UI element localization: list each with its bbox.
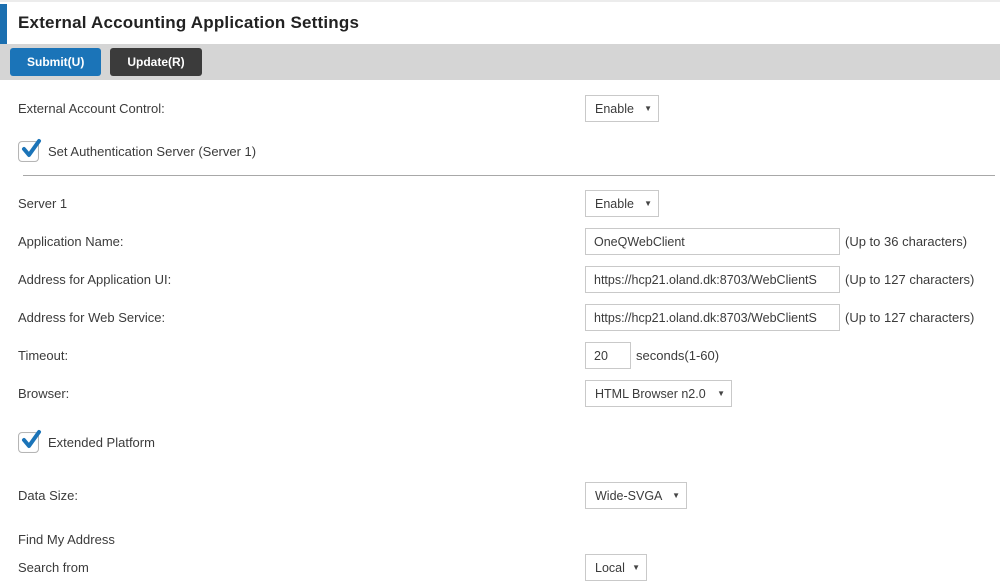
- row-external-account-control: External Account Control: Enable ▼: [18, 95, 1000, 122]
- search-from-select[interactable]: Local: [585, 554, 647, 581]
- row-set-auth-server: Set Authentication Server (Server 1): [18, 141, 1000, 162]
- search-from-label: Search from: [18, 560, 585, 575]
- set-auth-server-label: Set Authentication Server (Server 1): [48, 144, 256, 159]
- row-data-size: Data Size: Wide-SVGA ▼: [18, 482, 1000, 509]
- address-web-service-input[interactable]: [585, 304, 840, 331]
- address-application-ui-hint: (Up to 127 characters): [845, 272, 974, 287]
- server1-select-wrap: Enable ▼: [585, 190, 659, 217]
- row-timeout: Timeout: seconds(1-60): [18, 342, 1000, 369]
- application-name-label: Application Name:: [18, 234, 585, 249]
- page-header: External Accounting Application Settings: [0, 0, 1000, 44]
- address-application-ui-label: Address for Application UI:: [18, 272, 585, 287]
- data-size-select[interactable]: Wide-SVGA: [585, 482, 687, 509]
- row-server1: Server 1 Enable ▼: [18, 190, 1000, 217]
- row-find-my-address: Find My Address: [18, 532, 1000, 547]
- submit-button[interactable]: Submit(U): [10, 48, 101, 76]
- find-my-address-label: Find My Address: [18, 532, 585, 547]
- row-application-name: Application Name: (Up to 36 characters): [18, 228, 1000, 255]
- timeout-input[interactable]: [585, 342, 631, 369]
- row-extended-platform: Extended Platform: [18, 432, 1000, 453]
- timeout-label: Timeout:: [18, 348, 585, 363]
- external-account-control-label: External Account Control:: [18, 101, 585, 116]
- application-name-hint: (Up to 36 characters): [845, 234, 967, 249]
- data-size-select-wrap: Wide-SVGA ▼: [585, 482, 687, 509]
- data-size-label: Data Size:: [18, 488, 585, 503]
- section-divider: [23, 175, 995, 176]
- update-button[interactable]: Update(R): [110, 48, 201, 76]
- timeout-hint: seconds(1-60): [636, 348, 719, 363]
- toolbar: Submit(U) Update(R): [0, 44, 1000, 80]
- external-account-control-select[interactable]: Enable: [585, 95, 659, 122]
- external-account-control-select-wrap: Enable ▼: [585, 95, 659, 122]
- application-name-input[interactable]: [585, 228, 840, 255]
- row-address-web-service: Address for Web Service: (Up to 127 char…: [18, 304, 1000, 331]
- settings-form: External Account Control: Enable ▼ Set A…: [0, 95, 1000, 581]
- address-application-ui-input[interactable]: [585, 266, 840, 293]
- address-web-service-hint: (Up to 127 characters): [845, 310, 974, 325]
- browser-select-wrap: HTML Browser n2.0 ▼: [585, 380, 732, 407]
- row-search-from: Search from Local ▼: [18, 554, 1000, 581]
- address-web-service-label: Address for Web Service:: [18, 310, 585, 325]
- search-from-select-wrap: Local ▼: [585, 554, 647, 581]
- browser-label: Browser:: [18, 386, 585, 401]
- row-browser: Browser: HTML Browser n2.0 ▼: [18, 380, 1000, 407]
- extended-platform-checkbox[interactable]: [18, 432, 39, 453]
- checkmark-icon: [21, 138, 43, 160]
- row-address-application-ui: Address for Application UI: (Up to 127 c…: [18, 266, 1000, 293]
- server1-select[interactable]: Enable: [585, 190, 659, 217]
- server1-label: Server 1: [18, 196, 585, 211]
- page-title: External Accounting Application Settings: [18, 13, 359, 33]
- set-auth-server-checkbox[interactable]: [18, 141, 39, 162]
- header-accent-bar: [0, 4, 7, 44]
- browser-select[interactable]: HTML Browser n2.0: [585, 380, 732, 407]
- checkmark-icon: [21, 429, 43, 451]
- extended-platform-label: Extended Platform: [48, 435, 155, 450]
